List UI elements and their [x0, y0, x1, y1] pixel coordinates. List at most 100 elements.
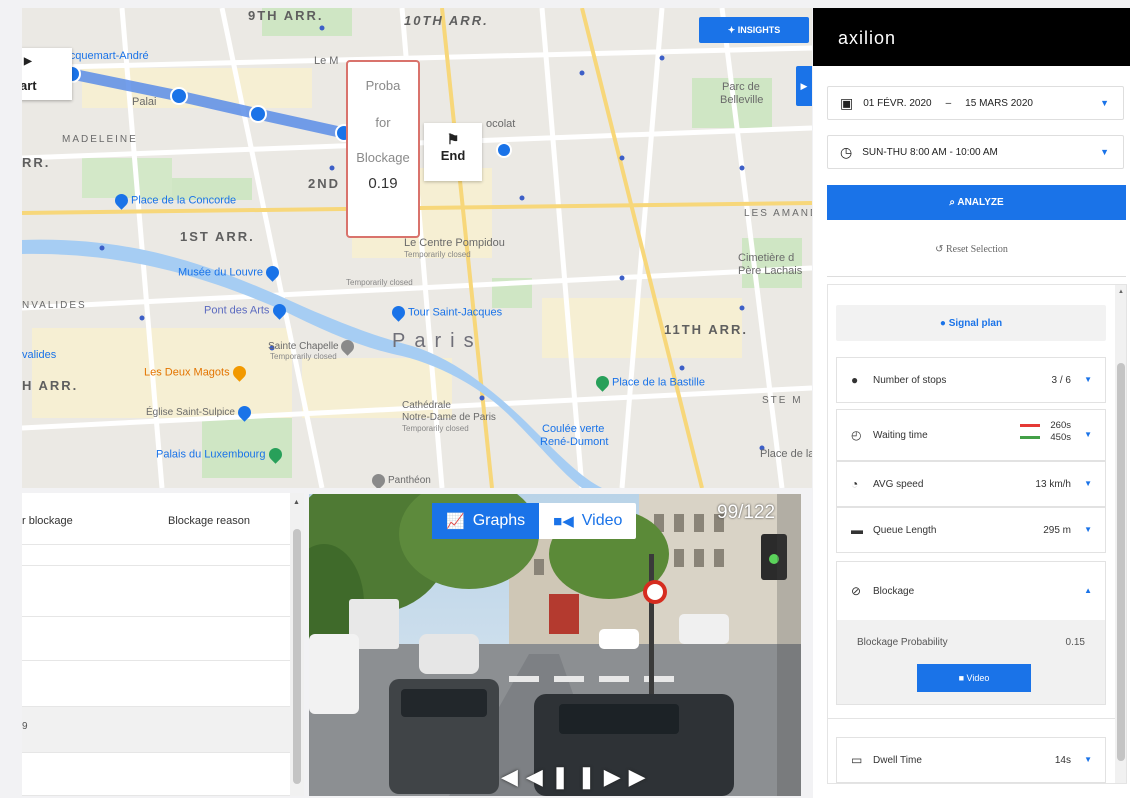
poi-label: Père Lachais — [738, 265, 803, 277]
analyze-button[interactable]: ⌕ ANALYZE — [827, 185, 1126, 220]
map-label: 1ST ARR. — [180, 229, 255, 244]
chevron-down-icon: ▼ — [1084, 430, 1092, 439]
poi-luxembourg[interactable]: Palais du Luxembourg — [156, 445, 285, 464]
reset-selection-link[interactable]: ↺ Reset Selection — [813, 244, 1130, 255]
pin-icon — [112, 191, 131, 210]
map-label: 9TH ARR. — [248, 8, 324, 23]
poi-pantheon[interactable]: Panthéon — [369, 471, 431, 488]
poi-pont-des-arts[interactable]: Pont des Arts — [204, 301, 289, 320]
panel-scrollbar[interactable]: ▲ — [1115, 285, 1126, 783]
blockage-probability-value: 0.15 — [1065, 637, 1085, 648]
red-line-icon — [1020, 423, 1041, 427]
scroll-up-icon[interactable]: ▲ — [293, 499, 300, 506]
poi-bastille[interactable]: Place de la Bastille — [593, 373, 705, 392]
alert-circle-icon: ● — [851, 373, 859, 387]
blockage-section: ⊘ Blockage ▲ Blockage Probability 0.15 ■… — [836, 561, 1106, 705]
axilion-logo: axilion — [838, 28, 897, 48]
blockage-probability-card: Proba for Blockage 0.19 — [346, 60, 420, 238]
scroll-up-icon[interactable]: ▲ — [1118, 289, 1124, 295]
flag-icon: ⚑ — [446, 131, 460, 147]
table-row[interactable] — [22, 546, 290, 566]
poi-tour-st-jacques[interactable]: Tour Saint-Jacques — [389, 303, 502, 322]
poi-label: Notre-Dame de Paris — [402, 412, 496, 423]
brand-bar: axilion — [813, 8, 1130, 66]
metrics-panel: ▲ ● Signal plan ● Number of stops 3 / 6 … — [827, 284, 1127, 784]
table-row[interactable] — [22, 661, 290, 707]
poi-label: Belleville — [720, 94, 764, 106]
blockage-video-button[interactable]: ■ Video — [917, 664, 1031, 692]
metric-avg-speed[interactable]: ◔ AVG speed 13 km/h ▼ — [836, 461, 1106, 507]
video-camera-icon: ■◀ — [553, 513, 574, 530]
calendar-icon: ▣ — [840, 94, 854, 111]
blockage-table: r blockage Blockage reason 9 ▲ — [22, 493, 304, 796]
pin-icon — [389, 303, 408, 322]
poi-note: Temporarily closed — [402, 424, 469, 433]
poi-note: Temporarily closed — [270, 352, 337, 361]
insights-button[interactable]: ✦ INSIGHTS — [699, 17, 809, 43]
graphs-video-toggle: 📈 Graphs ■◀ Video — [432, 503, 637, 539]
date-range-select[interactable]: ▣ 01 FÉVR. 2020 – 15 MARS 2020 ▼ — [827, 86, 1124, 120]
metric-dwell-time[interactable]: ▭ Dwell Time 14s ▼ — [836, 737, 1106, 783]
playback-controls: ◀◀❚❚▶▶ — [501, 764, 654, 790]
poi-label: René-Dumont — [540, 436, 609, 448]
frame-counter: 99/122 — [717, 502, 776, 523]
bus-icon: ▭ — [851, 753, 863, 767]
map-label: NVALIDES — [22, 300, 87, 311]
poi-label: ocolat — [486, 118, 516, 130]
pause-icon[interactable]: ❚❚ — [551, 764, 604, 789]
table-row[interactable] — [22, 617, 290, 661]
chevron-right-icon: ▶ — [800, 81, 808, 91]
poi-label: Le M — [314, 55, 339, 67]
street-video-panel[interactable]: 📈 Graphs ■◀ Video 99/122 ◀◀❚❚▶▶ — [309, 494, 801, 796]
table-row[interactable]: 9 — [22, 707, 290, 753]
scrollbar-thumb[interactable] — [293, 529, 301, 784]
table-scrollbar[interactable]: ▲ — [290, 493, 304, 796]
pin-icon — [265, 445, 285, 464]
calendar-clock-icon: ◷ — [840, 143, 853, 160]
table-row[interactable] — [22, 567, 290, 617]
city-label: Paris — [392, 330, 483, 352]
collapse-panel-button[interactable]: ▶ — [796, 66, 812, 106]
blockage-probability-label: Blockage Probability — [857, 637, 948, 648]
start-marker-chip[interactable]: ▶ art — [22, 48, 72, 100]
pin-icon — [338, 337, 358, 356]
metric-waiting-time[interactable]: ◴ Waiting time 260s 450s ▼ — [836, 409, 1106, 461]
car-icon: ▬ — [851, 523, 863, 537]
poi-label: Parc de — [722, 81, 760, 93]
map-label: STE M — [762, 395, 803, 406]
route-stop-marker[interactable] — [249, 105, 267, 123]
table-row[interactable] — [22, 753, 290, 796]
poi-label: Le Centre Pompidou — [404, 237, 505, 249]
park-area — [82, 158, 172, 198]
metric-number-of-stops[interactable]: ● Number of stops 3 / 6 ▼ — [836, 357, 1106, 403]
pin-icon — [369, 471, 388, 488]
fast-forward-icon[interactable]: ▶▶ — [604, 764, 654, 789]
tab-graphs[interactable]: 📈 Graphs — [432, 503, 540, 539]
scrollbar-thumb[interactable] — [1117, 363, 1125, 761]
poi-louvre[interactable]: Musée du Louvre — [178, 263, 282, 282]
column-header[interactable]: r blockage — [22, 515, 73, 527]
map[interactable]: 9TH ARR. 10TH ARR. 2ND 1ST ARR. 11TH ARR… — [22, 8, 812, 488]
poi-deux-magots[interactable]: Les Deux Magots — [144, 363, 249, 382]
poi-concorde[interactable]: Place de la Concorde — [112, 191, 236, 210]
route-end-marker[interactable] — [496, 142, 512, 158]
column-header[interactable]: Blockage reason — [168, 515, 250, 527]
signal-plan-button[interactable]: ● Signal plan — [836, 305, 1106, 341]
route-stop-marker[interactable] — [170, 87, 188, 105]
signal-icon: ● — [939, 317, 949, 329]
pin-icon — [593, 373, 612, 392]
rewind-icon[interactable]: ◀◀ — [501, 764, 551, 789]
map-label: 2ND — [308, 176, 341, 191]
speedometer-icon: ◔ — [851, 477, 859, 491]
blockage-header[interactable]: ⊘ Blockage ▲ — [837, 562, 1105, 620]
tab-video[interactable]: ■◀ Video — [539, 503, 636, 539]
end-marker-chip[interactable]: ⚑ End — [424, 123, 482, 181]
poi-saint-sulpice[interactable]: Église Saint-Sulpice — [146, 403, 254, 422]
chevron-down-icon: ▼ — [1084, 755, 1092, 764]
divider — [828, 718, 1115, 719]
poi-label: Coulée verte — [542, 423, 605, 435]
time-range-select[interactable]: ◷ SUN-THU 8:00 AM - 10:00 AM ▼ — [827, 135, 1124, 169]
metric-queue-length[interactable]: ▬ Queue Length 295 m ▼ — [836, 507, 1106, 553]
poi-label: Place de la — [760, 448, 812, 460]
undo-icon: ↺ — [935, 244, 946, 255]
